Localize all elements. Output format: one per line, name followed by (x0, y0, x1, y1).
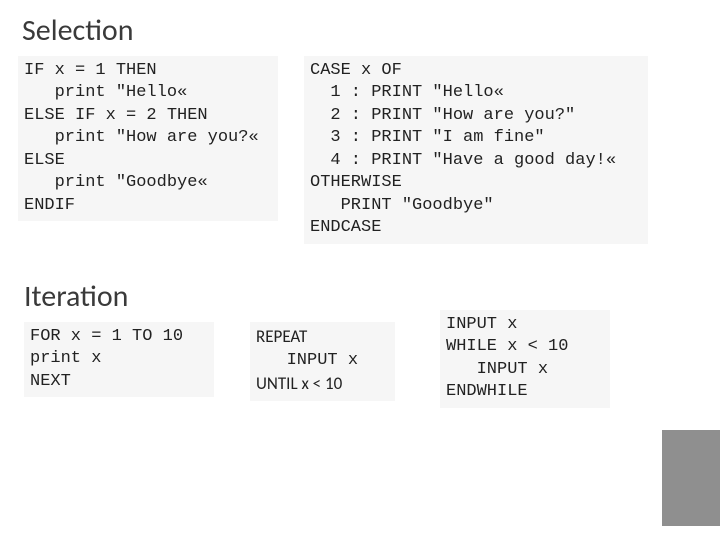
code-case: CASE x OF 1 : PRINT "Hello« 2 : PRINT "H… (304, 56, 648, 244)
code-while: INPUT x WHILE x < 10 INPUT x ENDWHILE (440, 310, 610, 408)
repeat-line3: UNTIL x < 10 (256, 373, 342, 394)
side-stripe (662, 430, 720, 526)
heading-selection: Selection (22, 12, 134, 49)
repeat-line1: REPEAT (256, 326, 307, 347)
heading-iteration: Iteration (24, 278, 128, 315)
code-if-else: IF x = 1 THEN print "Hello« ELSE IF x = … (18, 56, 278, 221)
repeat-line2: INPUT x (256, 351, 358, 370)
code-for: FOR x = 1 TO 10 print x NEXT (24, 322, 214, 397)
code-repeat: REPEAT INPUT x UNTIL x < 10 (250, 322, 395, 401)
